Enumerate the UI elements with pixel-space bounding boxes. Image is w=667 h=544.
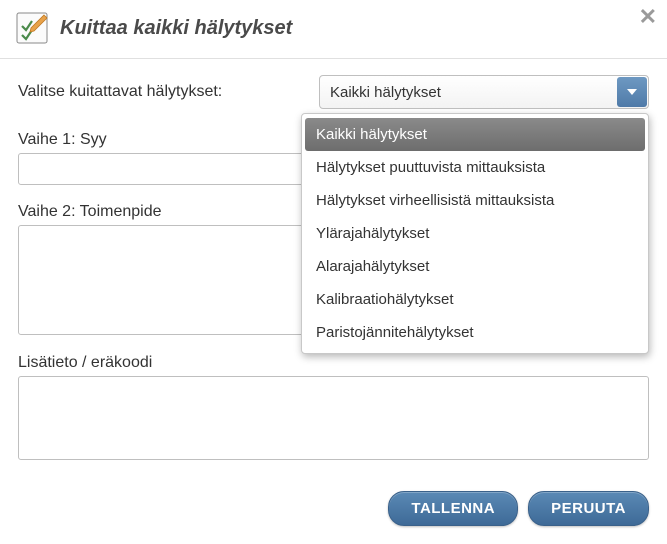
dropdown-option[interactable]: Kaikki hälytykset bbox=[305, 118, 645, 151]
dialog-header: Kuittaa kaikki hälytykset ✕ bbox=[0, 0, 667, 59]
select-display[interactable]: Kaikki hälytykset bbox=[319, 75, 649, 109]
dropdown-option[interactable]: Ylärajahälytykset bbox=[302, 217, 648, 250]
select-row: Valitse kuitattavat hälytykset: Kaikki h… bbox=[18, 75, 649, 109]
dropdown-option[interactable]: Hälytykset virheellisistä mittauksista bbox=[302, 184, 648, 217]
select-value: Kaikki hälytykset bbox=[330, 84, 441, 101]
dropdown-option[interactable]: Kalibraatiohälytykset bbox=[302, 283, 648, 316]
dialog-footer: TALLENNA PERUUTA bbox=[0, 491, 667, 540]
dropdown-option[interactable]: Paristojännitehälytykset bbox=[302, 316, 648, 349]
dialog: Kuittaa kaikki hälytykset ✕ Valitse kuit… bbox=[0, 0, 667, 544]
alarm-type-dropdown: Kaikki hälytykset Hälytykset puuttuvista… bbox=[301, 113, 649, 354]
dialog-title: Kuittaa kaikki hälytykset bbox=[60, 17, 292, 40]
extra-label: Lisätieto / eräkoodi bbox=[18, 354, 649, 372]
alarm-type-select[interactable]: Kaikki hälytykset bbox=[319, 75, 649, 109]
dropdown-option[interactable]: Hälytykset puuttuvista mittauksista bbox=[302, 151, 648, 184]
save-button[interactable]: TALLENNA bbox=[388, 491, 518, 526]
extra-input[interactable] bbox=[18, 376, 649, 460]
close-icon[interactable]: ✕ bbox=[639, 6, 657, 28]
chevron-down-icon[interactable] bbox=[617, 77, 647, 107]
dialog-body: Valitse kuitattavat hälytykset: Kaikki h… bbox=[0, 59, 667, 491]
select-label: Valitse kuitattavat hälytykset: bbox=[18, 83, 222, 101]
ack-icon bbox=[16, 12, 48, 44]
dropdown-option[interactable]: Alarajahälytykset bbox=[302, 250, 648, 283]
cancel-button[interactable]: PERUUTA bbox=[528, 491, 649, 526]
